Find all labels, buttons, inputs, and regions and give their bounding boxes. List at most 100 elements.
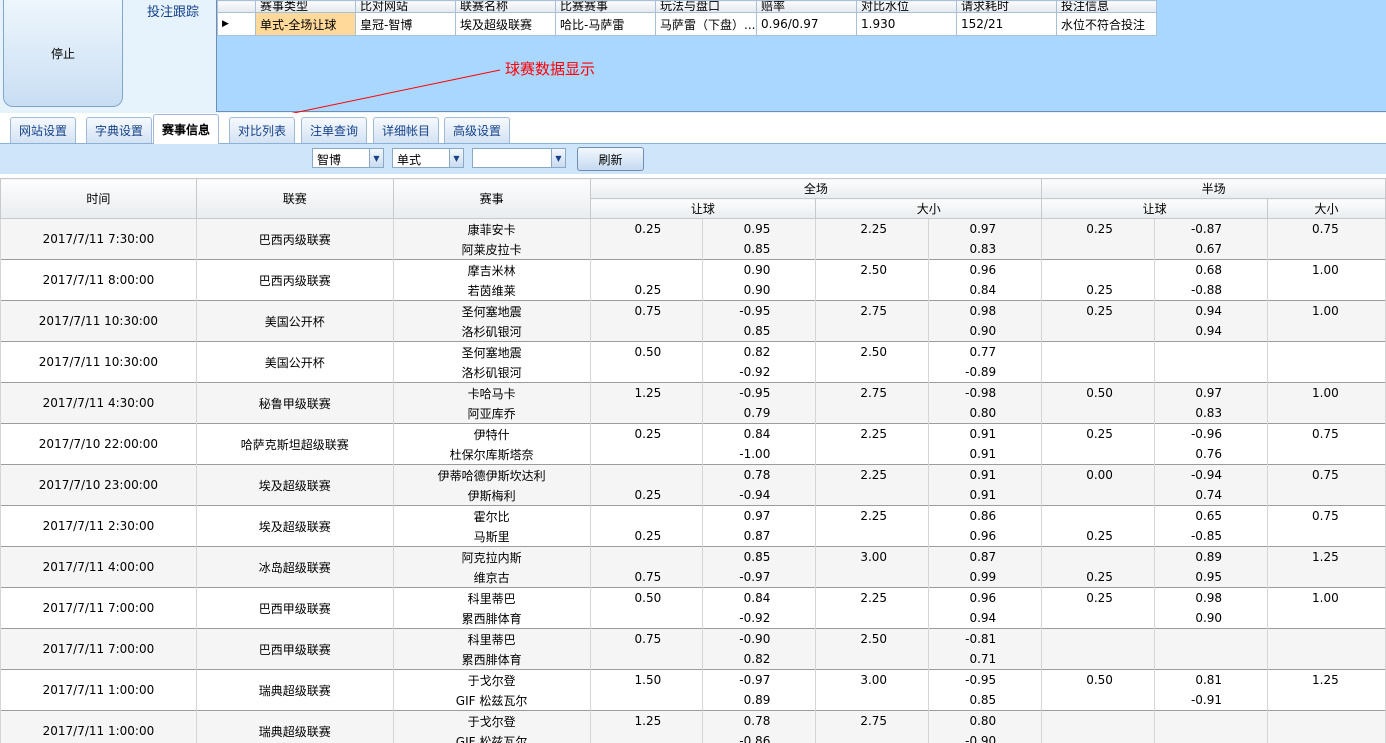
- table-row[interactable]: 2017/7/11 10:30:00 美国公开杯 圣何塞地震 0.50 0.82 2.50…: [0, 341, 1386, 383]
- full-handicap-odds: 0.79: [702, 403, 817, 424]
- full-handicap-line: [589, 505, 704, 526]
- empty-cell: [815, 526, 930, 547]
- tab-1[interactable]: 字典设置: [86, 117, 153, 143]
- match-time: 2017/7/11 10:30:00: [0, 341, 197, 383]
- empty-cell: [1267, 403, 1386, 424]
- empty-cell: [815, 567, 930, 588]
- half-handicap-odds: [1154, 628, 1269, 649]
- half-handicap-odds: 0.68: [1154, 259, 1269, 280]
- header-half-overunder[interactable]: 大小: [1267, 198, 1386, 219]
- header-full-handicap[interactable]: 让球: [589, 198, 817, 219]
- type-select[interactable]: 单式 ▼: [392, 148, 464, 168]
- empty-cell: [1267, 485, 1386, 506]
- table-row[interactable]: 2017/7/11 4:00:00 冰岛超级联赛 阿克拉内斯 0.85 3.00 0.87…: [0, 546, 1386, 588]
- table-row[interactable]: 2017/7/11 7:30:00 巴西丙级联赛 康菲安卡 0.25 0.95 2.25 0…: [0, 218, 1386, 260]
- tab-3[interactable]: 对比列表: [229, 117, 296, 143]
- full-handicap-odds: 0.90: [702, 259, 817, 280]
- half-overunder-line: 1.00: [1267, 382, 1386, 403]
- tab-2[interactable]: 赛事信息: [153, 114, 220, 144]
- table-row[interactable]: 2017/7/11 1:00:00 瑞典超级联赛 于戈尔登 1.50 -0.97 3.00…: [0, 669, 1386, 711]
- full-overunder-odds: 0.91: [928, 485, 1043, 506]
- full-handicap-odds: 0.89: [702, 690, 817, 711]
- chevron-down-icon[interactable]: ▼: [369, 149, 383, 167]
- tab-4[interactable]: 注单查询: [301, 117, 368, 143]
- tab-6[interactable]: 高级设置: [444, 117, 511, 143]
- table-row[interactable]: 2017/7/11 2:30:00 埃及超级联赛 霍尔比 0.97 2.25 0.86 0.…: [0, 505, 1386, 547]
- empty-cell: [815, 444, 930, 465]
- full-handicap-odds: -0.94: [702, 485, 817, 506]
- empty-cell: [1267, 526, 1386, 547]
- full-overunder-odds: 0.98: [928, 300, 1043, 321]
- away-team: GIF 松兹瓦尔: [392, 690, 591, 711]
- match-time: 2017/7/11 7:00:00: [0, 628, 197, 670]
- full-overunder-odds: 0.86: [928, 505, 1043, 526]
- full-handicap-odds: 0.85: [702, 321, 817, 342]
- full-handicap-odds: 0.95: [702, 218, 817, 239]
- half-handicap-odds: 0.89: [1154, 546, 1269, 567]
- match-time: 2017/7/11 7:00:00: [0, 587, 197, 629]
- refresh-button[interactable]: 刷新: [577, 147, 644, 171]
- full-overunder-line: 2.50: [815, 628, 930, 649]
- full-handicap-line: 0.25: [589, 423, 704, 444]
- header-half-handicap[interactable]: 让球: [1041, 198, 1269, 219]
- half-handicap-line: 0.25: [1041, 526, 1156, 547]
- table-row[interactable]: 2017/7/11 1:00:00 瑞典超级联赛 于戈尔登 1.25 0.78 2.75 0…: [0, 710, 1386, 743]
- header-league[interactable]: 联赛: [195, 178, 394, 219]
- refresh-button-label: 刷新: [598, 152, 623, 167]
- full-handicap-line: 0.75: [589, 300, 704, 321]
- full-handicap-line: [589, 321, 704, 342]
- table-row[interactable]: 2017/7/11 8:00:00 巴西丙级联赛 摩吉米林 0.90 2.50 0.96 0…: [0, 259, 1386, 301]
- table-row[interactable]: 2017/7/10 22:00:00 哈萨克斯坦超级联赛 伊特什 0.25 0.84 2.…: [0, 423, 1386, 465]
- half-overunder-line: [1267, 710, 1386, 731]
- header-match[interactable]: 赛事: [392, 178, 591, 219]
- match-time: 2017/7/11 1:00:00: [0, 669, 197, 711]
- match-time: 2017/7/11 1:00:00: [0, 710, 197, 743]
- full-handicap-odds: 0.84: [702, 587, 817, 608]
- table-row[interactable]: 2017/7/10 23:00:00 埃及超级联赛 伊蒂哈德伊斯坎达利 0.78 2.2…: [0, 464, 1386, 506]
- empty-cell: [815, 403, 930, 424]
- full-handicap-line: [589, 649, 704, 670]
- full-overunder-odds: -0.90: [928, 731, 1043, 743]
- full-handicap-odds: 0.84: [702, 423, 817, 444]
- third-select[interactable]: ▼: [472, 148, 566, 168]
- half-handicap-odds: -0.88: [1154, 280, 1269, 301]
- tab-0[interactable]: 网站设置: [10, 117, 77, 143]
- empty-cell: [1267, 444, 1386, 465]
- half-overunder-line: [1267, 341, 1386, 362]
- half-handicap-line: 0.25: [1041, 587, 1156, 608]
- site-select[interactable]: 智博 ▼: [312, 148, 384, 168]
- table-row[interactable]: 2017/7/11 7:00:00 巴西甲级联赛 科里蒂巴 0.50 0.84 2.25 0…: [0, 587, 1386, 629]
- half-handicap-line: 0.00: [1041, 464, 1156, 485]
- site-select-value: 智博: [317, 153, 342, 167]
- tab-5[interactable]: 详细帐目: [373, 117, 440, 143]
- empty-cell: [815, 239, 930, 260]
- full-handicap-odds: 0.82: [702, 649, 817, 670]
- empty-cell: [815, 608, 930, 629]
- half-handicap-line: [1041, 731, 1156, 743]
- half-handicap-odds: 0.94: [1154, 321, 1269, 342]
- half-handicap-odds: [1154, 731, 1269, 743]
- half-handicap-odds: -0.87: [1154, 218, 1269, 239]
- full-overunder-odds: 0.91: [928, 464, 1043, 485]
- table-row[interactable]: 2017/7/11 7:00:00 巴西甲级联赛 科里蒂巴 0.75 -0.90 2.50…: [0, 628, 1386, 670]
- chevron-down-icon[interactable]: ▼: [551, 149, 565, 167]
- full-overunder-odds: -0.81: [928, 628, 1043, 649]
- header-full-overunder[interactable]: 大小: [815, 198, 1043, 219]
- empty-cell: [1267, 280, 1386, 301]
- half-overunder-line: 0.75: [1267, 218, 1386, 239]
- league-name: 美国公开杯: [195, 341, 394, 383]
- full-handicap-odds: 0.78: [702, 464, 817, 485]
- table-row[interactable]: 2017/7/11 4:30:00 秘鲁甲级联赛 卡哈马卡 1.25 -0.95 2.75…: [0, 382, 1386, 424]
- filter-toolbar: 智博 ▼ 单式 ▼ ▼ 刷新: [0, 144, 1386, 174]
- chevron-down-icon[interactable]: ▼: [449, 149, 463, 167]
- match-table: 时间 联赛 赛事 全场 半场 让球 大小 让球 大小 2017/7/11 7:3…: [0, 178, 1386, 743]
- empty-cell: [1267, 321, 1386, 342]
- full-overunder-odds: 0.71: [928, 649, 1043, 670]
- header-time[interactable]: 时间: [0, 178, 197, 219]
- full-overunder-line: 2.75: [815, 382, 930, 403]
- header-half: 半场: [1041, 178, 1386, 199]
- full-handicap-odds: 0.90: [702, 280, 817, 301]
- table-row[interactable]: 2017/7/11 10:30:00 美国公开杯 圣何塞地震 0.75 -0.95 2.7…: [0, 300, 1386, 342]
- full-overunder-line: 2.25: [815, 464, 930, 485]
- empty-cell: [1267, 608, 1386, 629]
